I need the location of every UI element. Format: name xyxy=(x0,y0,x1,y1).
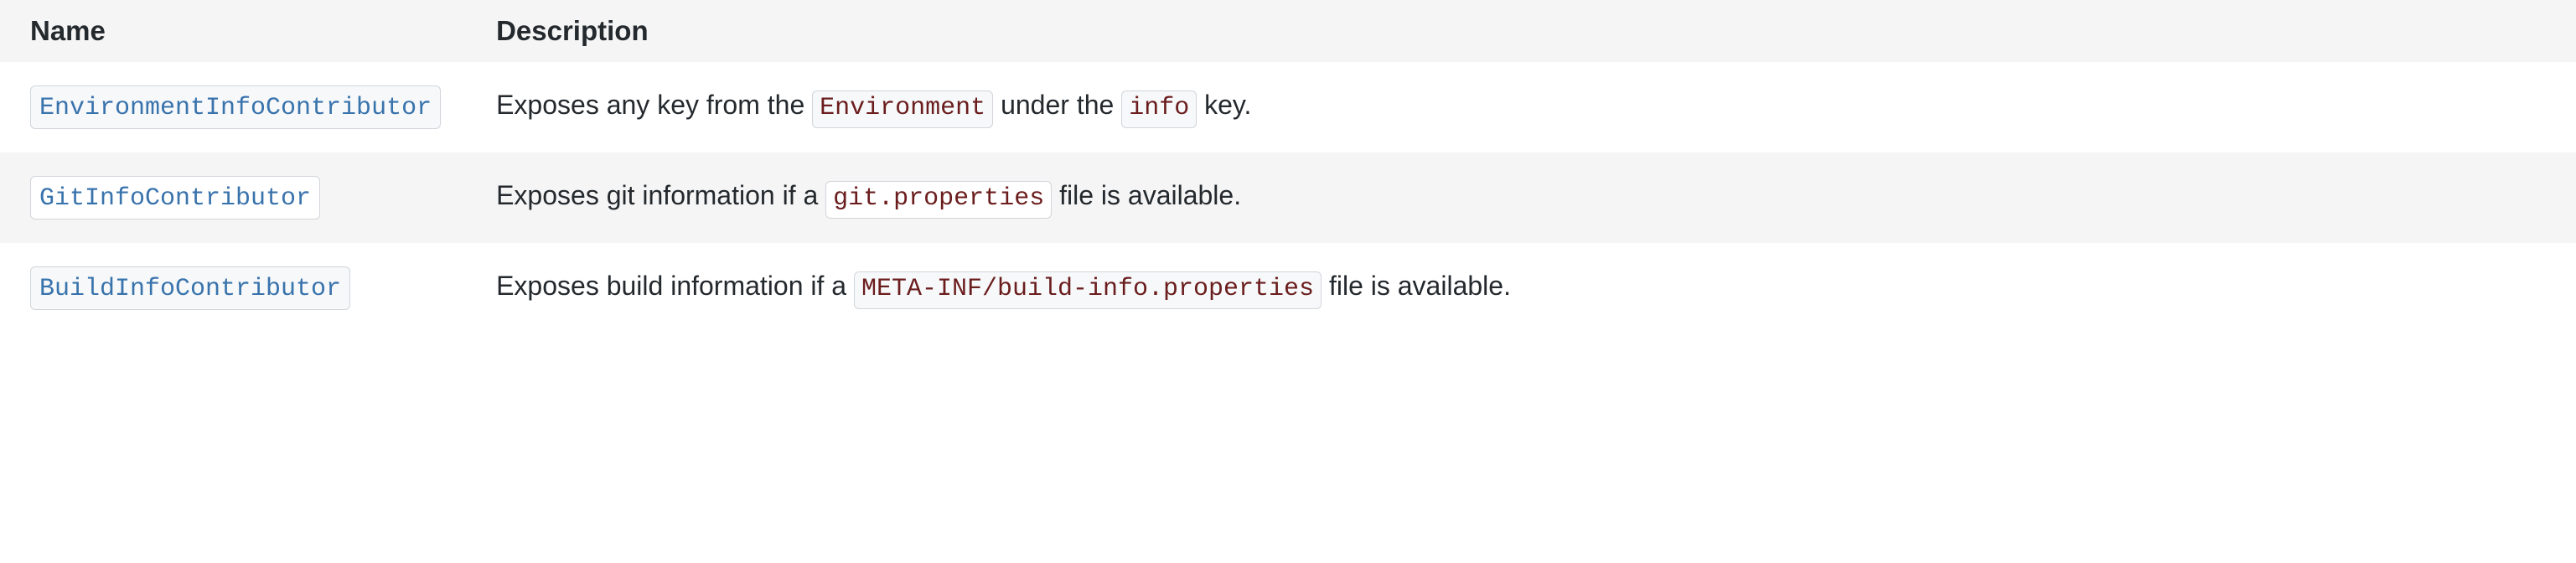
desc-text: key. xyxy=(1197,90,1251,120)
desc-text: file is available. xyxy=(1322,271,1511,301)
cell-description: Exposes any key from the Environment und… xyxy=(466,62,2576,152)
info-contributors-table: Name Description EnvironmentInfoContribu… xyxy=(0,0,2576,333)
table-header-row: Name Description xyxy=(0,0,2576,62)
column-header-description: Description xyxy=(466,0,2576,62)
type-link-box[interactable]: BuildInfoContributor xyxy=(30,266,350,310)
code-literal: git.properties xyxy=(825,181,1052,219)
cell-description: Exposes git information if a git.propert… xyxy=(466,152,2576,243)
type-link-box[interactable]: EnvironmentInfoContributor xyxy=(30,85,441,129)
desc-text: under the xyxy=(993,90,1121,120)
column-header-name: Name xyxy=(0,0,466,62)
table-row: BuildInfoContributor Exposes build infor… xyxy=(0,243,2576,333)
type-link[interactable]: GitInfoContributor xyxy=(39,184,311,213)
type-link[interactable]: EnvironmentInfoContributor xyxy=(39,94,432,122)
code-literal: info xyxy=(1121,90,1197,128)
cell-description: Exposes build information if a META-INF/… xyxy=(466,243,2576,333)
code-literal: META-INF/build-info.properties xyxy=(854,271,1322,309)
desc-text: file is available. xyxy=(1052,180,1241,210)
code-literal: Environment xyxy=(812,90,993,128)
cell-name: BuildInfoContributor xyxy=(0,243,466,333)
desc-text: Exposes git information if a xyxy=(496,180,825,210)
cell-name: EnvironmentInfoContributor xyxy=(0,62,466,152)
table-row: EnvironmentInfoContributor Exposes any k… xyxy=(0,62,2576,152)
type-link[interactable]: BuildInfoContributor xyxy=(39,275,341,303)
table-row: GitInfoContributor Exposes git informati… xyxy=(0,152,2576,243)
type-link-box[interactable]: GitInfoContributor xyxy=(30,176,320,220)
cell-name: GitInfoContributor xyxy=(0,152,466,243)
desc-text: Exposes any key from the xyxy=(496,90,812,120)
desc-text: Exposes build information if a xyxy=(496,271,854,301)
